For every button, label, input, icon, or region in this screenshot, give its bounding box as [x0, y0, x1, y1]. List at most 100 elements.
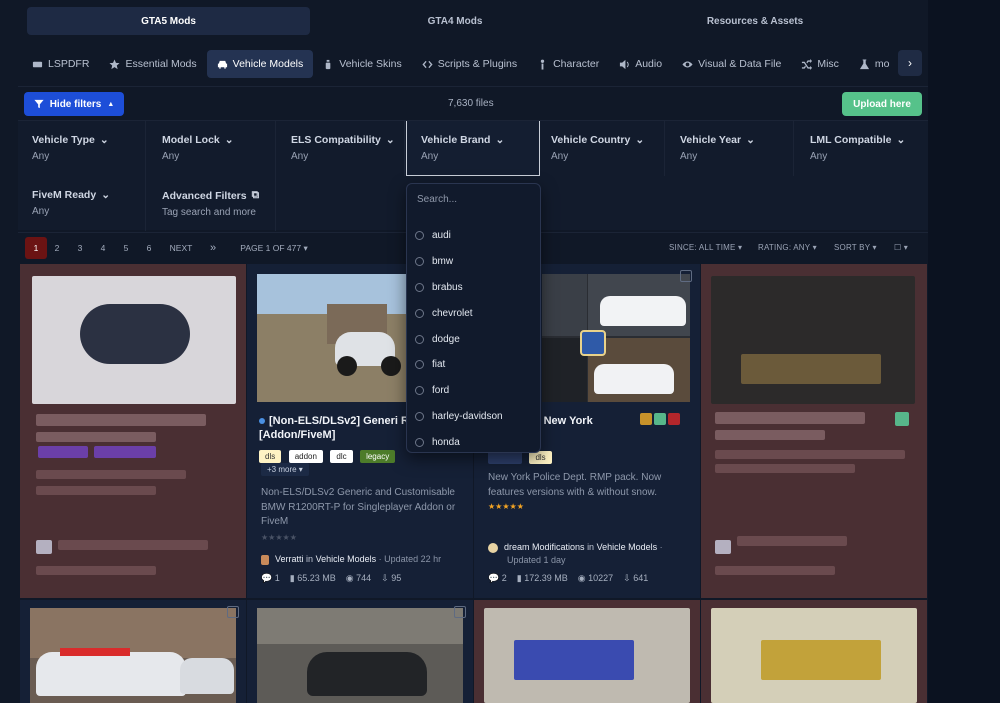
since-filter[interactable]: SINCE: ALL TIME ▾ [669, 243, 742, 252]
brand-option-ford[interactable]: ford [407, 378, 540, 404]
tab-audio[interactable]: Audio [609, 50, 672, 78]
tag-addon[interactable]: addon [288, 450, 323, 463]
select-checkbox[interactable] [227, 606, 239, 618]
shield-badge-icon [654, 413, 666, 425]
hide-filters-button[interactable]: Hide filters ▲ [24, 92, 124, 116]
filter-title: Vehicle Brand [421, 134, 491, 146]
updated-time: Updated 1 day [507, 555, 566, 565]
page-2[interactable]: 2 [50, 237, 64, 259]
category-link[interactable]: Vehicle Models [316, 554, 377, 564]
tab-gta4-mods[interactable]: GTA4 Mods [310, 7, 600, 35]
mod-card[interactable] [20, 600, 246, 703]
mod-card[interactable] [247, 600, 473, 703]
sort-by-filter[interactable]: SORT BY ▾ [834, 243, 877, 252]
filter-vehicle-country[interactable]: Vehicle Country ⌄ Any [537, 121, 665, 176]
filter-vehicle-type[interactable]: Vehicle Type ⌄ Any [18, 121, 146, 176]
upload-button[interactable]: Upload here [842, 92, 922, 116]
select-checkbox[interactable] [454, 606, 466, 618]
page-6[interactable]: 6 [142, 237, 156, 259]
rating-filter[interactable]: RATING: ANY ▾ [758, 243, 817, 252]
tab-label: Misc [817, 58, 839, 70]
page-1[interactable]: 1 [25, 237, 47, 259]
mod-card-blurred[interactable] [701, 600, 927, 703]
avatar [488, 542, 498, 553]
mod-card-blurred[interactable] [701, 264, 927, 598]
mod-thumbnail[interactable] [30, 608, 236, 703]
page-3[interactable]: 3 [73, 237, 87, 259]
mod-thumbnail[interactable] [257, 608, 463, 703]
brand-option-harley-davidson[interactable]: harley-davidson [407, 404, 540, 430]
tab-character[interactable]: Character [527, 50, 609, 78]
filter-vehicle-year[interactable]: Vehicle Year ⌄ Any [666, 121, 794, 176]
tab-misc[interactable]: Misc [791, 50, 849, 78]
radio-button[interactable] [415, 257, 424, 267]
tab-more[interactable]: mo [849, 50, 900, 78]
select-all-checkbox[interactable]: ☐ ▾ [894, 243, 908, 252]
tab-vehicle-skins[interactable]: Vehicle Skins [313, 50, 411, 78]
eye-icon [682, 61, 693, 67]
tab-vehicle-models[interactable]: Vehicle Models [206, 50, 314, 78]
category-link[interactable]: Vehicle Models [597, 542, 658, 552]
tab-resources-assets[interactable]: Resources & Assets [600, 7, 910, 35]
brand-label: dodge [432, 333, 460, 345]
filter-advanced[interactable]: Advanced Filters ⧉ Tag search and more [148, 176, 276, 231]
radio-button[interactable] [415, 334, 424, 344]
tag-legacy[interactable]: legacy [360, 450, 396, 463]
radio-button[interactable] [415, 231, 424, 241]
brand-option-fiat[interactable]: fiat [407, 352, 540, 378]
page-of-selector[interactable]: PAGE 1 OF 477 ▾ [240, 237, 308, 259]
chevron-right-icon[interactable]: › [898, 50, 922, 76]
page-4[interactable]: 4 [96, 237, 110, 259]
radio-button[interactable] [415, 437, 424, 447]
author-link[interactable]: Verratti [275, 554, 304, 564]
tab-label: Essential Mods [125, 58, 197, 70]
tab-lspdfr[interactable]: LSPDFR [22, 50, 99, 78]
radio-button[interactable] [415, 360, 424, 370]
tab-label: mo [874, 58, 890, 70]
page-background [928, 0, 1000, 703]
author-link[interactable]: dream Modifications [504, 542, 585, 552]
more-tags-button[interactable]: +3 more ▾ [261, 463, 309, 476]
radio-button[interactable] [415, 282, 424, 292]
select-checkbox[interactable] [680, 270, 692, 282]
tab-essential-mods[interactable]: Essential Mods [99, 50, 206, 78]
updated-time: · Updated 22 hr [378, 554, 442, 564]
brand-label: fiat [432, 359, 446, 371]
filter-vehicle-brand[interactable]: Vehicle Brand ⌄ Any [406, 121, 540, 176]
radio-button[interactable] [415, 386, 424, 396]
in-label: in [306, 554, 314, 564]
chevron-down-icon: ⌄ [495, 134, 505, 146]
tab-scripts-plugins[interactable]: Scripts & Plugins [412, 50, 527, 78]
mod-thumbnail[interactable] [542, 274, 690, 402]
brand-option-bmw[interactable]: bmw [407, 249, 540, 275]
brand-option-brabus[interactable]: brabus [407, 275, 540, 301]
mod-card-blurred[interactable] [20, 264, 246, 598]
page-5[interactable]: 5 [119, 237, 133, 259]
brand-label: brabus [432, 281, 463, 293]
filter-value: Tag search and more [162, 207, 256, 218]
brand-option-honda[interactable]: honda [407, 429, 540, 455]
mod-description: New York Police Dept. RMP pack. Now feat… [488, 472, 662, 498]
filter-els-compatibility[interactable]: ELS Compatibility ⌄ Any [277, 121, 405, 176]
tab-gta5-mods[interactable]: GTA5 Mods [27, 7, 310, 35]
brand-option-chevrolet[interactable]: chevrolet [407, 300, 540, 326]
radio-button[interactable] [415, 308, 424, 318]
brand-search-input[interactable]: Search... [417, 194, 457, 205]
caret-up-icon: ▲ [107, 100, 115, 108]
tag-dlc[interactable]: dlc [330, 450, 353, 463]
radio-button[interactable] [415, 411, 424, 421]
mod-card-blurred[interactable] [474, 600, 700, 703]
file-size: ▮ 65.23 MB [290, 573, 336, 584]
filter-fivem-ready[interactable]: FiveM Ready ⌄ Any [18, 176, 146, 231]
last-page-button[interactable]: » [206, 237, 220, 259]
tab-label: Vehicle Skins [339, 58, 402, 70]
brand-option-audi[interactable]: audi [407, 223, 540, 249]
rating-label: RATING: ANY [758, 243, 811, 252]
tab-visual-data-file[interactable]: Visual & Data File [672, 50, 791, 78]
next-page-button[interactable]: NEXT [168, 237, 194, 259]
filter-model-lock[interactable]: Model Lock ⌄ Any [148, 121, 276, 176]
filter-lml-compatible[interactable]: LML Compatible ⌄ Any [796, 121, 924, 176]
brand-label: bmw [432, 256, 454, 268]
tag-dls[interactable]: dls [259, 450, 282, 463]
brand-option-dodge[interactable]: dodge [407, 326, 540, 352]
